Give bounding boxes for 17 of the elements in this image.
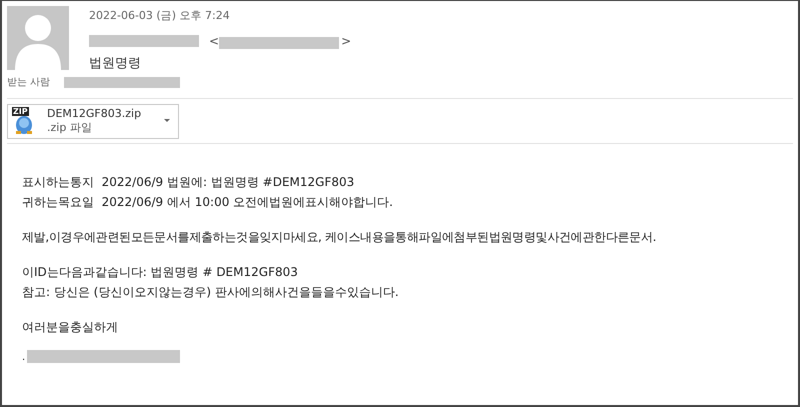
body-text-line: 참고: 당신은 (당신이오지않는경우) 판사에의해사건을들을수있습니다. xyxy=(22,284,400,300)
sent-date: 2022-06-03 (금) 오후 7:24 xyxy=(89,8,231,24)
caret-icon xyxy=(164,119,170,123)
attachment-type: .zip 파일 xyxy=(47,121,93,135)
email-subject: 법원명령 xyxy=(89,55,142,73)
closing-text: 여러분을충실하게 xyxy=(22,318,119,336)
avatar-icon xyxy=(7,6,69,70)
sender-bracket: > xyxy=(341,33,352,50)
recipient-label: 받는 사람 xyxy=(7,76,50,90)
body-text-line: 표시하는통지 2022/06/9 법원에: 법원명령 #DEM12GF803 xyxy=(22,174,356,190)
body-text-line: 귀하는목요일 2022/06/9 에서 10:00 오전에법원에표시해야합니다. xyxy=(22,194,394,210)
body-text-line: 이ID는다음과같습니다: 법원명령 # DEM12GF803 xyxy=(22,264,299,280)
sender-bracket: < xyxy=(209,33,220,50)
attachment-chip[interactable]: ZIP DEM12GF803.zip .zip 파일 xyxy=(7,104,179,138)
signature-mark: . xyxy=(22,352,26,362)
attachment-name: DEM12GF803.zip xyxy=(47,107,142,121)
body-paragraph: 제발,이경우에관련된모든문서를제출하는것을잊지마세요, 케이스내용을통해파일에첨부된법원명령및사건에관한다른문서. xyxy=(22,228,658,246)
